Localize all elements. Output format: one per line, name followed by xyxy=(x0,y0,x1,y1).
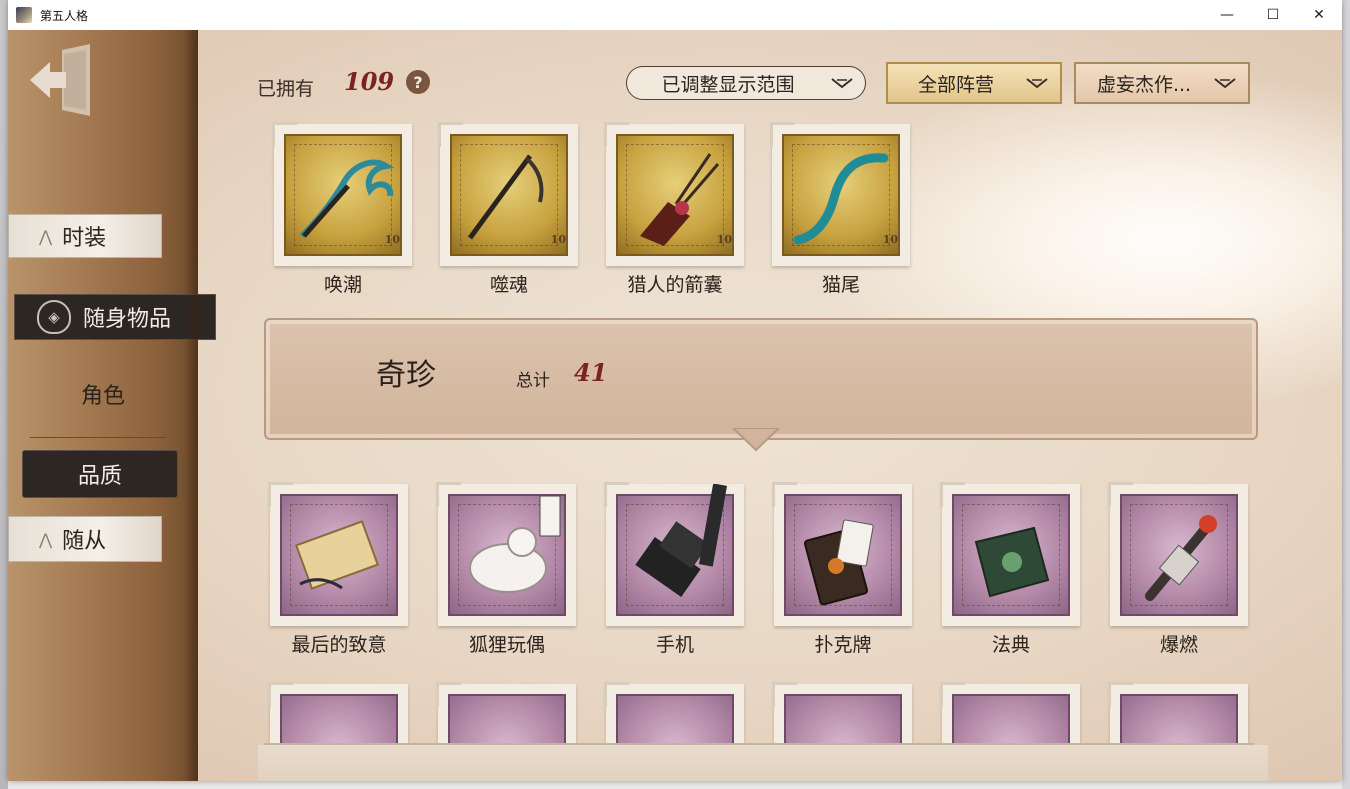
dropdown-label: 已调整显示范围 xyxy=(661,73,795,96)
tab-accessories[interactable]: ◈ 随身物品 xyxy=(14,294,216,340)
item-stamp-shihun[interactable]: 10 xyxy=(438,122,578,266)
chevron-down-icon xyxy=(829,73,855,93)
display-range-dropdown[interactable]: 已调整显示范围 xyxy=(626,66,866,100)
flip-phone-icon xyxy=(635,484,728,597)
close-button[interactable]: ✕ xyxy=(1296,0,1342,30)
item-label: 扑克牌 xyxy=(814,634,872,656)
tab-costume[interactable]: ⋀ 时装 xyxy=(8,214,162,258)
category-total-value: 41 xyxy=(574,358,608,387)
item-stamp-fox-doll[interactable] xyxy=(436,482,576,626)
crest-icon: ◈ xyxy=(37,300,71,334)
item-stamp-last-regards[interactable] xyxy=(268,482,408,626)
owned-count: 109 xyxy=(344,67,395,96)
app-icon xyxy=(16,7,32,23)
sidebar-divider xyxy=(30,437,166,438)
item-stamp-phone[interactable] xyxy=(604,482,744,626)
category-title: 奇珍 xyxy=(376,358,436,393)
chevron-down-icon xyxy=(1024,73,1050,93)
item-label: 狐狸玩偶 xyxy=(468,634,545,656)
item-label: 猫尾 xyxy=(821,274,860,296)
tab-character[interactable]: 角色 xyxy=(8,374,198,414)
category-banner: 奇珍 总计 41 xyxy=(264,318,1258,440)
stamp-value: 10 xyxy=(716,233,732,246)
scroll-letter-icon xyxy=(294,520,380,590)
dropdown-label: 全部阵营 xyxy=(917,73,994,96)
category-total-label: 总计 xyxy=(516,371,550,391)
sidebar: ⋀ 时装 ◈ 随身物品 角色 品质 ⋀ 随从 xyxy=(8,30,216,781)
faction-dropdown[interactable]: 全部阵营 xyxy=(886,62,1062,104)
dropdown-label: 虚妄杰作... xyxy=(1096,73,1192,96)
title-bar: 第五人格 — ☐ ✕ xyxy=(8,0,1342,30)
stamp-value: 10 xyxy=(882,233,898,246)
item-label: 爆燃 xyxy=(1159,634,1198,656)
tab-label: 时装 xyxy=(62,226,107,251)
mountain-icon: ⋀ xyxy=(39,226,53,246)
spark-plug-icon xyxy=(1145,515,1217,601)
desktop-edge-right xyxy=(1342,0,1350,789)
mountain-icon: ⋀ xyxy=(39,529,53,549)
item-label: 最后的致意 xyxy=(291,634,387,656)
scroll-fade xyxy=(258,745,1268,781)
playing-cards-icon xyxy=(803,519,874,606)
maximize-button[interactable]: ☐ xyxy=(1250,0,1296,30)
tab-follower[interactable]: ⋀ 随从 xyxy=(8,516,162,562)
item-stamp-codex[interactable] xyxy=(940,482,1080,626)
main-content: 已拥有 109 ? 已调整显示范围 全部阵营 虚妄杰作... 10 唤潮 10 … xyxy=(198,30,1342,781)
owned-label: 已拥有 xyxy=(257,78,315,100)
item-stamp-poker[interactable] xyxy=(772,482,912,626)
tab-label: 品质 xyxy=(77,464,122,489)
chevron-down-icon xyxy=(1212,73,1238,93)
item-stamp-ignition[interactable] xyxy=(1108,482,1248,626)
tab-label: 随身物品 xyxy=(83,307,172,332)
tab-quality[interactable]: 品质 xyxy=(22,450,178,498)
item-label: 唤潮 xyxy=(323,274,362,296)
help-icon[interactable]: ? xyxy=(406,70,430,94)
fox-doll-icon xyxy=(469,495,561,593)
item-label: 噬魂 xyxy=(489,274,528,296)
stamp-value: 10 xyxy=(384,233,400,246)
game-window: 第五人格 — ☐ ✕ ⋀ 时装 ◈ 随身物品 角色 品质 ⋀ 随从 已拥有 10… xyxy=(8,0,1342,781)
author-dropdown[interactable]: 虚妄杰作... xyxy=(1074,62,1250,104)
exit-door-icon[interactable] xyxy=(28,44,94,116)
item-stamp-quiver[interactable]: 10 xyxy=(604,122,744,266)
item-label: 手机 xyxy=(655,634,694,656)
tab-label: 随从 xyxy=(62,529,107,554)
game-viewport: ⋀ 时装 ◈ 随身物品 角色 品质 ⋀ 随从 已拥有 109 ? 已调整显示范围… xyxy=(8,30,1342,781)
item-stamp-huanchao[interactable]: 10 xyxy=(272,122,412,266)
desktop-edge-left xyxy=(0,0,8,789)
stamp-value: 10 xyxy=(550,233,566,246)
minimize-button[interactable]: — xyxy=(1204,0,1250,30)
window-title: 第五人格 xyxy=(40,8,89,23)
item-stamp-cattail[interactable]: 10 xyxy=(770,122,910,266)
item-label: 法典 xyxy=(991,634,1030,656)
codex-book-icon xyxy=(974,526,1050,598)
content-bottom-rule xyxy=(264,743,1254,745)
item-label: 猎人的箭囊 xyxy=(627,274,723,296)
tab-label: 角色 xyxy=(80,384,125,409)
banner-notch xyxy=(733,428,779,452)
